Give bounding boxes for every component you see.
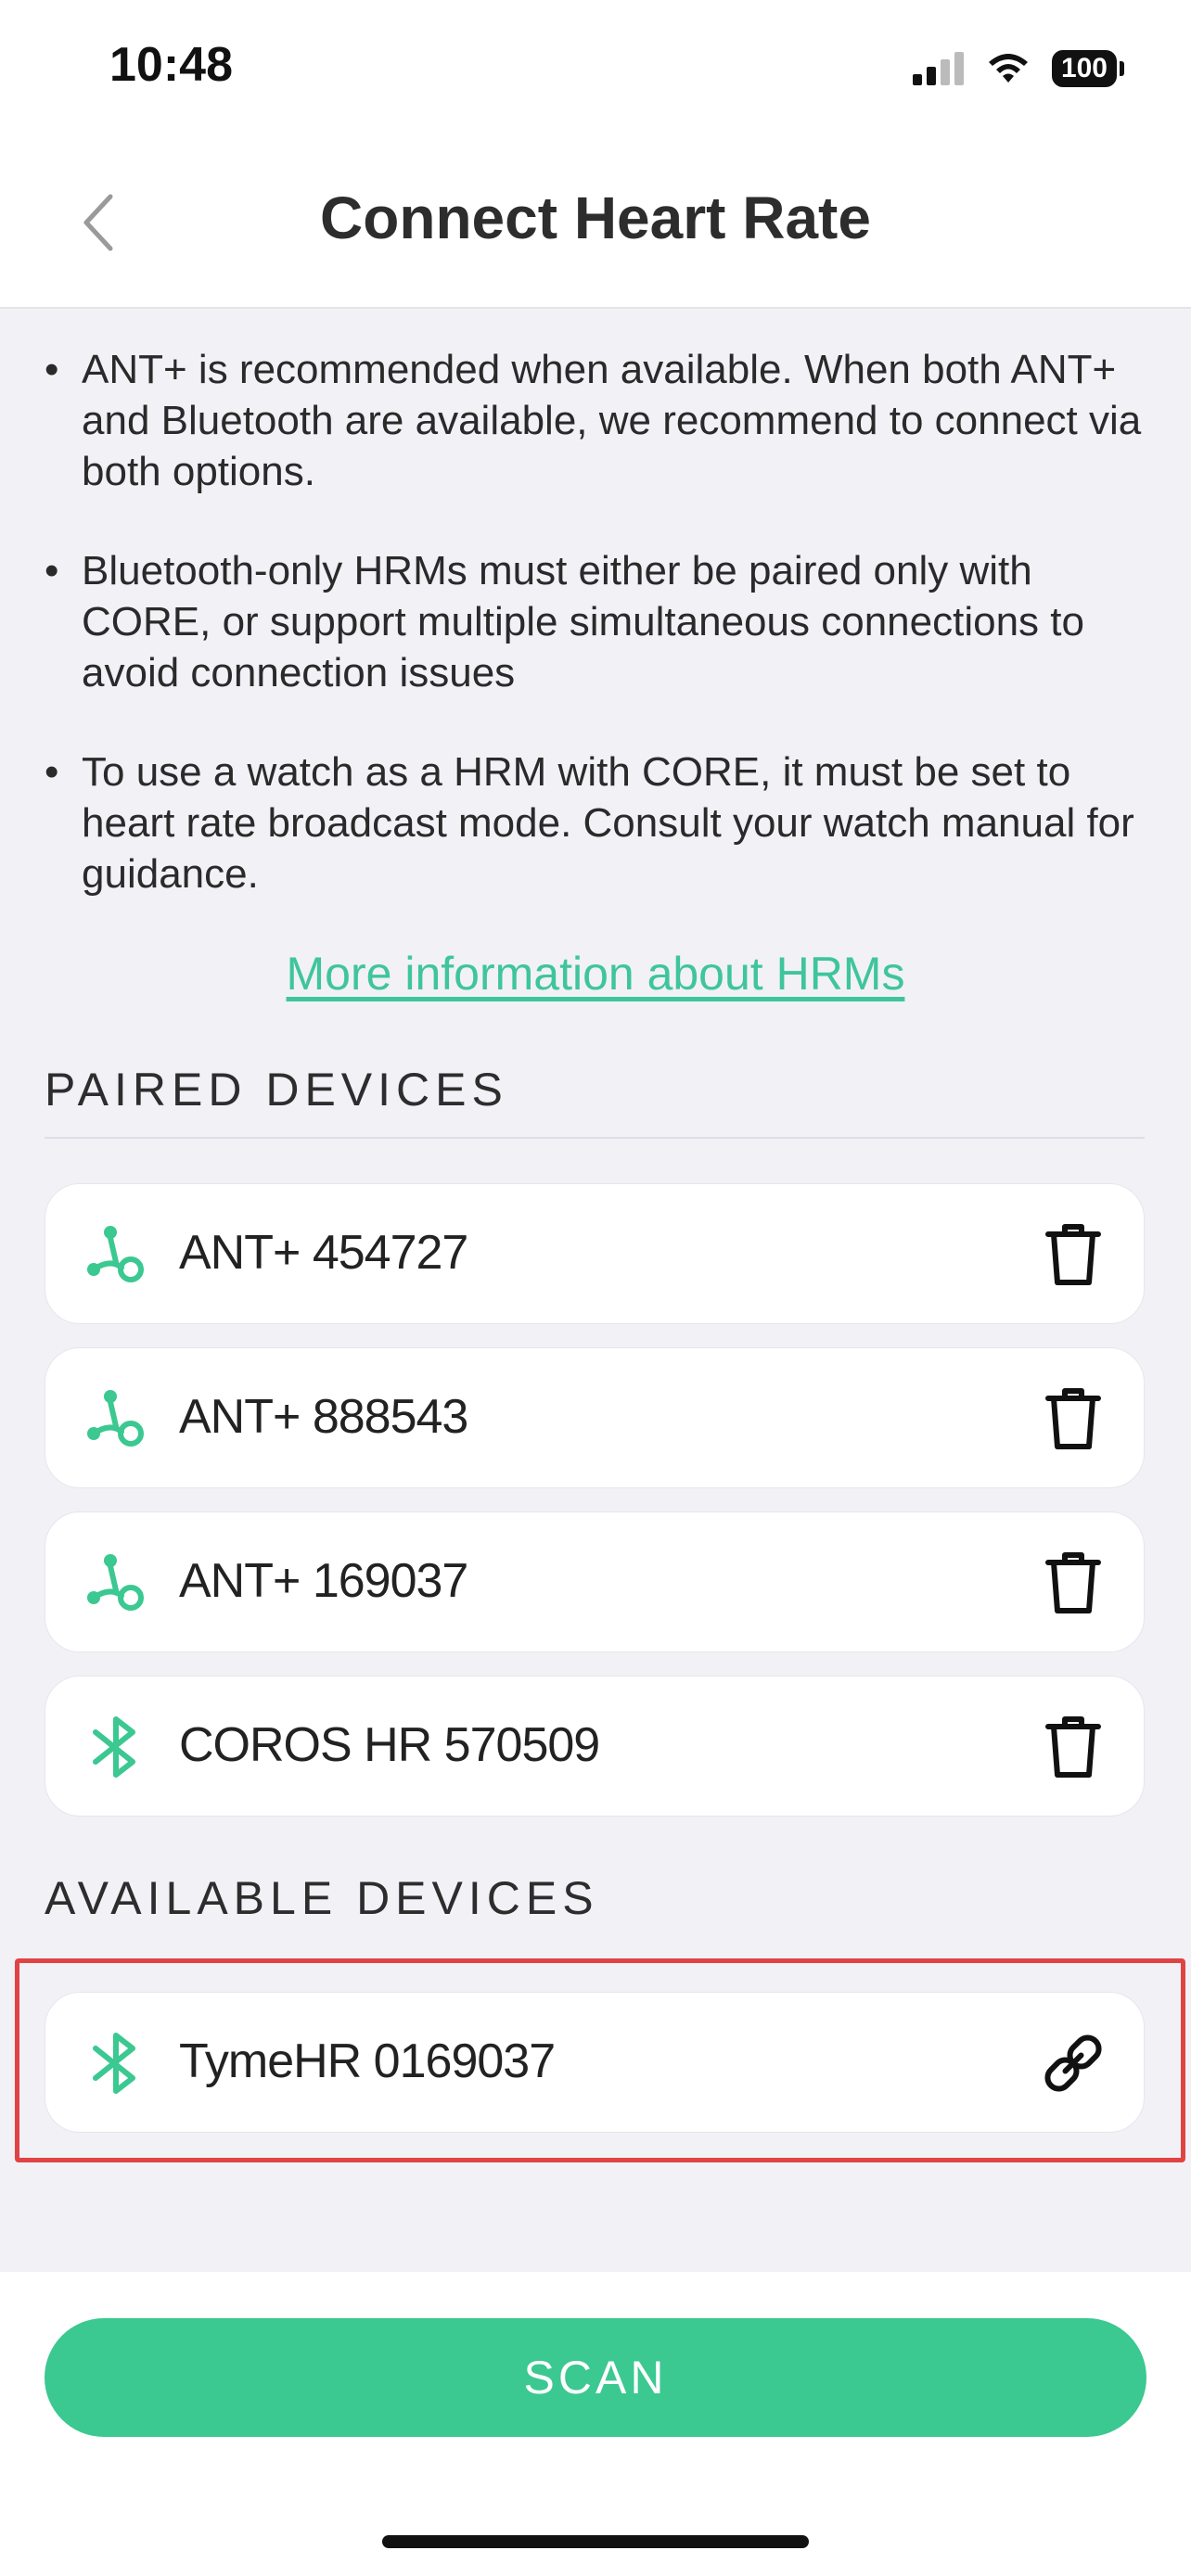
status-time: 10:48: [109, 38, 233, 92]
section-divider: [45, 1137, 1145, 1139]
ant-icon: [87, 1390, 144, 1447]
ant-icon: [87, 1554, 144, 1611]
paired-device-row[interactable]: ANT+ 454727: [45, 1183, 1145, 1324]
device-name: ANT+ 169037: [179, 1554, 468, 1608]
bottom-bar: SCAN: [0, 2272, 1191, 2576]
paired-device-row[interactable]: ANT+ 888543: [45, 1347, 1145, 1488]
delete-device-button[interactable]: [1036, 1218, 1110, 1292]
nav-header: Connect Heart Rate: [0, 139, 1191, 309]
available-devices-label: AVAILABLE DEVICES: [45, 1872, 599, 1924]
device-name: ANT+ 454727: [179, 1226, 468, 1280]
signal-icon: [912, 52, 964, 85]
paired-devices-label: PAIRED DEVICES: [45, 1064, 508, 1116]
device-name: ANT+ 888543: [179, 1390, 468, 1444]
wifi-icon: [988, 54, 1028, 83]
bluetooth-icon: [93, 1716, 135, 1778]
paired-device-row[interactable]: COROS HR 570509: [45, 1676, 1145, 1817]
trash-icon: [1045, 1388, 1101, 1449]
status-icons: 100: [912, 48, 1125, 89]
info-bullet: To use a watch as a HRM with CORE, it mu…: [45, 746, 1167, 899]
home-indicator: [382, 2535, 809, 2548]
info-bullet: Bluetooth-only HRMs must either be paire…: [45, 545, 1167, 698]
scan-button[interactable]: SCAN: [45, 2318, 1146, 2437]
bluetooth-icon: [93, 2033, 135, 2094]
connect-device-button[interactable]: [1036, 2026, 1110, 2100]
more-info-link[interactable]: More information about HRMs: [0, 947, 1191, 1001]
device-name: COROS HR 570509: [179, 1718, 600, 1772]
device-name: TymeHR 0169037: [179, 2034, 556, 2088]
status-bar: 10:48 100: [0, 0, 1191, 139]
available-device-row[interactable]: TymeHR 0169037: [45, 1992, 1145, 2133]
delete-device-button[interactable]: [1036, 1710, 1110, 1784]
delete-device-button[interactable]: [1036, 1382, 1110, 1456]
info-list: ANT+ is recommended when available. When…: [45, 344, 1167, 948]
trash-icon: [1045, 1716, 1101, 1778]
battery-indicator: 100: [1051, 50, 1125, 87]
paired-device-row[interactable]: ANT+ 169037: [45, 1511, 1145, 1652]
page-title: Connect Heart Rate: [320, 185, 871, 251]
ant-icon: [87, 1226, 144, 1282]
trash-icon: [1045, 1552, 1101, 1613]
delete-device-button[interactable]: [1036, 1546, 1110, 1620]
info-bullet: ANT+ is recommended when available. When…: [45, 344, 1167, 497]
link-icon: [1044, 2034, 1102, 2092]
trash-icon: [1045, 1224, 1101, 1285]
